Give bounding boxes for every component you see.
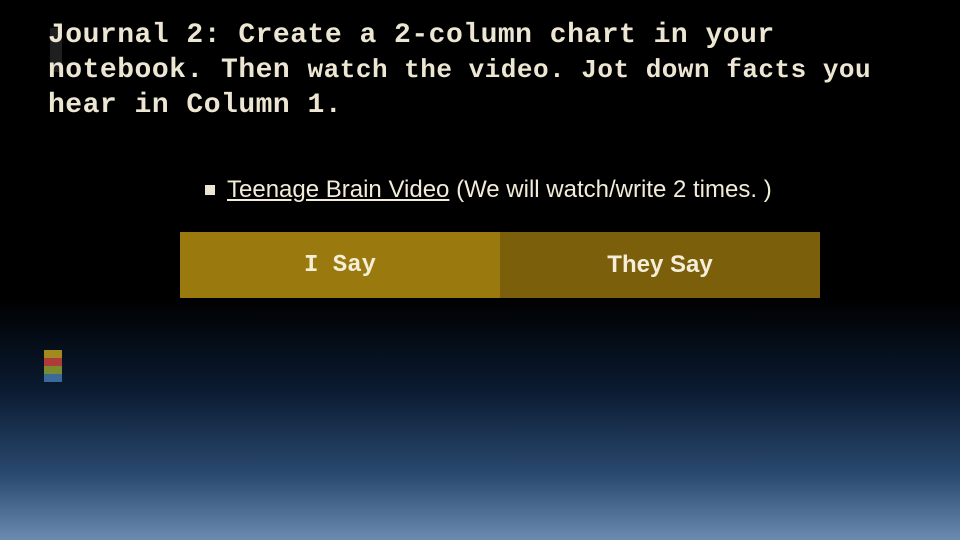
decorative-side-stripes [44, 350, 62, 382]
bullet-item: Teenage Brain Video (We will watch/write… [205, 176, 930, 204]
bullet-after-text: (We will watch/write 2 times. ) [449, 176, 771, 203]
heading-line-2b: watch the video. Jot down facts you [308, 55, 872, 85]
heading-line-3: hear in Column 1. [48, 90, 342, 121]
slide-heading: Journal 2: Create a 2-column chart in yo… [48, 18, 930, 123]
bullet-square-icon [205, 185, 215, 195]
heading-line-2a: notebook. Then [48, 55, 308, 86]
column-1-body [180, 298, 500, 468]
video-link[interactable]: Teenage Brain Video [227, 176, 449, 203]
heading-line-1: Journal 2: Create a 2-column chart in yo… [48, 20, 775, 51]
stripe-2 [44, 358, 62, 366]
column-1-header: I Say [180, 232, 500, 298]
table-header-row: I Say They Say [180, 232, 820, 298]
table-body-row [180, 298, 820, 468]
stripe-1 [44, 350, 62, 358]
two-column-chart: I Say They Say [180, 232, 820, 472]
column-2-body [500, 298, 820, 468]
stripe-4 [44, 374, 62, 382]
stripe-3 [44, 366, 62, 374]
column-2-header: They Say [500, 232, 820, 298]
